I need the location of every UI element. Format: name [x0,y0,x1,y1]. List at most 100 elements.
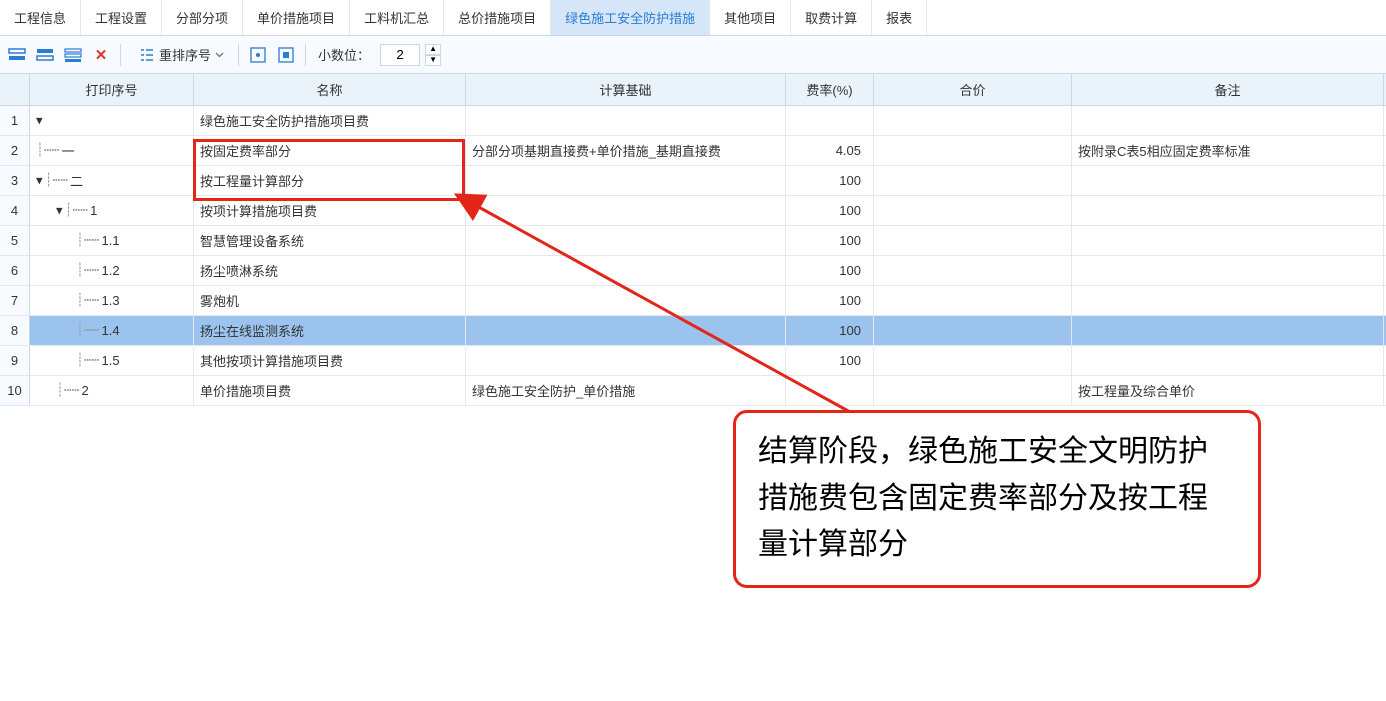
cell-basis[interactable] [466,256,786,285]
cell-rate[interactable]: 100 [786,226,874,255]
cell-seq[interactable]: ▼ [30,106,194,135]
cell-rate[interactable]: 100 [786,196,874,225]
cell-seq[interactable]: ┊⋯⋯1.3 [30,286,194,315]
col-seq[interactable]: 打印序号 [30,74,194,105]
tab-5[interactable]: 总价措施项目 [444,0,551,35]
row-number[interactable]: 4 [0,196,30,225]
cell-name[interactable]: 单价措施项目费 [194,376,466,405]
tool-icon-b[interactable] [275,44,297,66]
cell-rate[interactable]: 100 [786,346,874,375]
tab-6[interactable]: 绿色施工安全防护措施 [551,0,710,35]
cell-total[interactable] [874,256,1072,285]
cell-name[interactable]: 扬尘在线监测系统 [194,316,466,345]
cell-total[interactable] [874,226,1072,255]
tab-2[interactable]: 分部分项 [162,0,243,35]
cell-total[interactable] [874,316,1072,345]
row-number[interactable]: 9 [0,346,30,375]
cell-total[interactable] [874,106,1072,135]
tab-7[interactable]: 其他项目 [710,0,791,35]
tab-4[interactable]: 工料机汇总 [350,0,444,35]
cell-rate[interactable]: 4.05 [786,136,874,165]
cell-basis[interactable] [466,286,786,315]
row-number[interactable]: 6 [0,256,30,285]
cell-basis[interactable] [466,106,786,135]
row-number[interactable]: 1 [0,106,30,135]
row-number[interactable]: 2 [0,136,30,165]
cell-rate[interactable]: 100 [786,166,874,195]
table-row[interactable]: 7┊⋯⋯1.3雾炮机 100 [0,286,1386,316]
cell-note[interactable] [1072,196,1384,225]
cell-basis[interactable] [466,196,786,225]
table-row[interactable]: 2┊⋯⋯一按固定费率部分分部分项基期直接费+单价措施_基期直接费4.05 按附录C… [0,136,1386,166]
tab-8[interactable]: 取费计算 [791,0,872,35]
step-up-icon[interactable]: ▲ [425,44,441,55]
row-number[interactable]: 8 [0,316,30,345]
cell-name[interactable]: 绿色施工安全防护措施项目费 [194,106,466,135]
cell-rate[interactable] [786,376,874,405]
col-basis[interactable]: 计算基础 [466,74,786,105]
table-row[interactable]: 3▼┊⋯⋯二按工程量计算部分 100 [0,166,1386,196]
decimals-input[interactable] [380,44,420,66]
cell-seq[interactable]: ▼┊⋯⋯1 [30,196,194,225]
cell-note[interactable] [1072,316,1384,345]
cell-note[interactable] [1072,286,1384,315]
cell-basis[interactable] [466,166,786,195]
cell-name[interactable]: 按项计算措施项目费 [194,196,466,225]
cell-total[interactable] [874,166,1072,195]
cell-rate[interactable]: 100 [786,256,874,285]
cell-seq[interactable]: ┊⋯⋯1.5 [30,346,194,375]
cell-rate[interactable]: 100 [786,316,874,345]
col-rate[interactable]: 费率(%) [786,74,874,105]
cell-basis[interactable]: 分部分项基期直接费+单价措施_基期直接费 [466,136,786,165]
cell-basis[interactable]: 绿色施工安全防护_单价措施 [466,376,786,405]
cell-note[interactable] [1072,346,1384,375]
cell-seq[interactable]: ┊⋯⋯2 [30,376,194,405]
cell-name[interactable]: 按固定费率部分 [194,136,466,165]
decimals-stepper[interactable]: ▲ ▼ [425,44,441,66]
cell-note[interactable]: 按附录C表5相应固定费率标准 [1072,136,1384,165]
row-number[interactable]: 10 [0,376,30,405]
delete-icon[interactable]: ✕ [90,44,112,66]
cell-basis[interactable] [466,346,786,375]
row-number[interactable]: 7 [0,286,30,315]
cell-note[interactable] [1072,256,1384,285]
table-row[interactable]: 6┊⋯⋯1.2扬尘喷淋系统100 [0,256,1386,286]
col-total[interactable]: 合价 [874,74,1072,105]
insert-row-above-icon[interactable] [6,44,28,66]
tab-9[interactable]: 报表 [872,0,927,35]
row-number[interactable]: 5 [0,226,30,255]
table-row[interactable]: 10┊⋯⋯2单价措施项目费绿色施工安全防护_单价措施 按工程量及综合单价 [0,376,1386,406]
cell-note[interactable] [1072,106,1384,135]
cell-note[interactable]: 按工程量及综合单价 [1072,376,1384,405]
cell-total[interactable] [874,136,1072,165]
cell-note[interactable] [1072,166,1384,195]
cell-note[interactable] [1072,226,1384,255]
table-row[interactable]: 9┊⋯⋯1.5其他按项计算措施项目费 100 [0,346,1386,376]
tab-0[interactable]: 工程信息 [0,0,81,35]
cell-total[interactable] [874,196,1072,225]
col-note[interactable]: 备注 [1072,74,1384,105]
tool-icon-a[interactable] [247,44,269,66]
cell-name[interactable]: 雾炮机 [194,286,466,315]
tab-1[interactable]: 工程设置 [81,0,162,35]
cell-name[interactable]: 扬尘喷淋系统 [194,256,466,285]
cell-seq[interactable]: ┊⋯⋯一 [30,136,194,165]
reorder-dropdown[interactable]: 重排序号 [129,43,230,67]
cell-seq[interactable]: ┊⋯⋯1.4 [30,316,194,345]
table-row[interactable]: 4▼┊⋯⋯1按项计算措施项目费 100 [0,196,1386,226]
step-down-icon[interactable]: ▼ [425,55,441,66]
col-name[interactable]: 名称 [194,74,466,105]
cell-total[interactable] [874,376,1072,405]
cell-basis[interactable] [466,316,786,345]
table-row[interactable]: 1▼绿色施工安全防护措施项目费 [0,106,1386,136]
table-row[interactable]: 8┊⋯⋯1.4扬尘在线监测系统 100 [0,316,1386,346]
cell-name[interactable]: 其他按项计算措施项目费 [194,346,466,375]
cell-seq[interactable]: ▼┊⋯⋯二 [30,166,194,195]
cell-total[interactable] [874,286,1072,315]
row-number[interactable]: 3 [0,166,30,195]
cell-rate[interactable] [786,106,874,135]
cell-name[interactable]: 智慧管理设备系统 [194,226,466,255]
tab-3[interactable]: 单价措施项目 [243,0,350,35]
cell-rate[interactable]: 100 [786,286,874,315]
cell-name[interactable]: 按工程量计算部分 [194,166,466,195]
